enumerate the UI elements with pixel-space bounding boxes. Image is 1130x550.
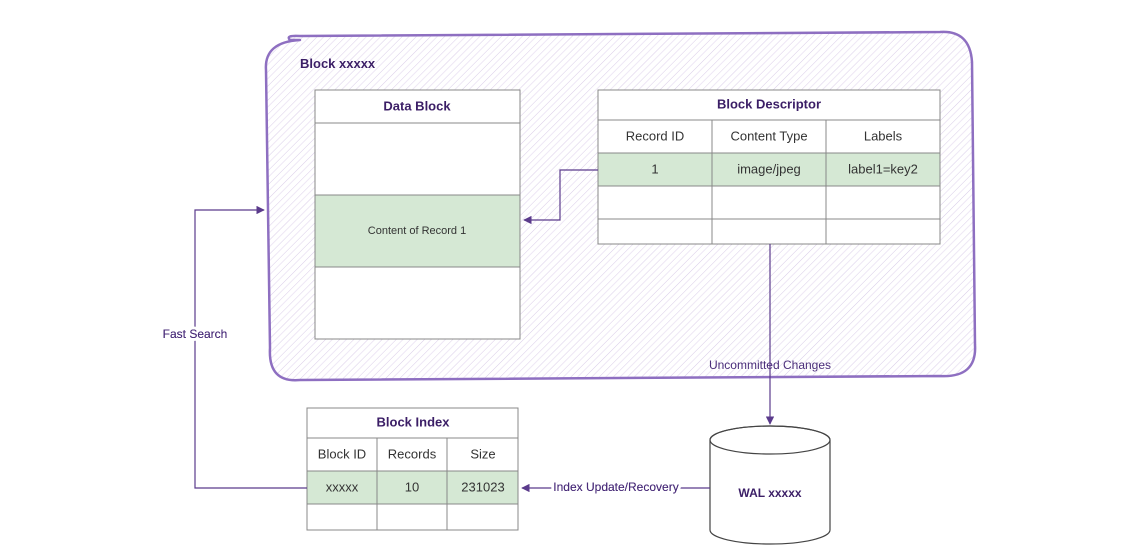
block-index-title: Block Index bbox=[377, 414, 451, 429]
block-descriptor-title: Block Descriptor bbox=[717, 96, 821, 111]
wal-title: WAL xxxxx bbox=[738, 486, 801, 500]
wal-cylinder: WAL xxxxx bbox=[710, 426, 830, 544]
idx-header-2: Size bbox=[470, 446, 495, 461]
desc-cell-2: label1=key2 bbox=[848, 161, 918, 176]
data-block-row-empty-1 bbox=[315, 123, 520, 195]
desc-cell-0: 1 bbox=[651, 161, 658, 176]
svg-text:Index Update/Recovery: Index Update/Recovery bbox=[553, 480, 678, 494]
idx-header-0: Block ID bbox=[318, 446, 366, 461]
desc-header-2: Labels bbox=[864, 128, 903, 143]
desc-cell-1: image/jpeg bbox=[737, 161, 801, 176]
idx-cell-2: 231023 bbox=[461, 479, 504, 494]
desc-header-1: Content Type bbox=[730, 128, 807, 143]
data-block: Data Block Content of Record 1 bbox=[315, 90, 520, 339]
idx-cell-0: xxxxx bbox=[326, 479, 359, 494]
label-uncommitted: Uncommitted Changes bbox=[709, 358, 831, 372]
svg-text:Fast Search: Fast Search bbox=[163, 327, 228, 341]
block-index: Block Index Block ID Records Size xxxxx … bbox=[307, 408, 518, 530]
idx-header-1: Records bbox=[388, 446, 437, 461]
data-block-record-label: Content of Record 1 bbox=[368, 225, 466, 237]
data-block-title: Data Block bbox=[383, 98, 451, 113]
idx-cell-1: 10 bbox=[405, 479, 419, 494]
desc-header-0: Record ID bbox=[626, 128, 685, 143]
block-container-title: Block xxxxx bbox=[300, 56, 376, 71]
data-block-row-empty-2 bbox=[315, 267, 520, 339]
block-descriptor: Block Descriptor Record ID Content Type … bbox=[598, 90, 940, 244]
